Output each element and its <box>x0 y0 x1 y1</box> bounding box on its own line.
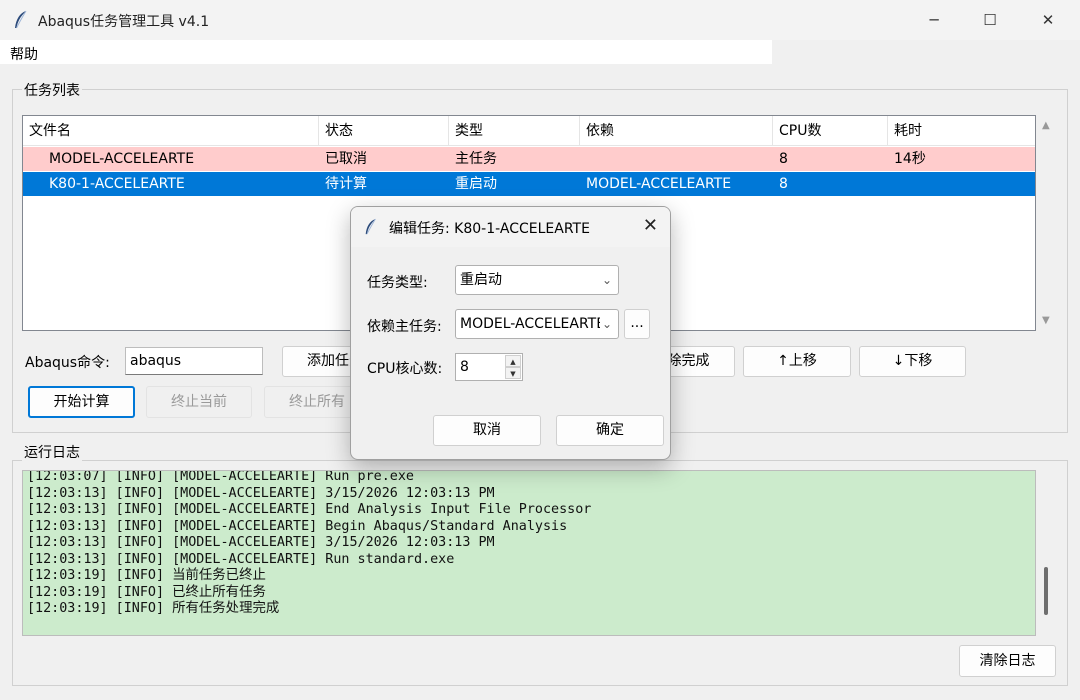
scroll-down-icon[interactable]: ▼ <box>1042 315 1050 326</box>
log-line: [12:03:13] [INFO] [MODEL-ACCELEARTE] 3/1… <box>27 535 495 550</box>
cpu-spinbox[interactable]: 8 ▲ ▼ <box>455 353 523 381</box>
dialog-close-button[interactable]: ✕ <box>643 215 658 236</box>
cell-type: 重启动 <box>455 176 497 192</box>
task-type-label: 任务类型: <box>367 275 428 291</box>
spin-down-icon[interactable]: ▼ <box>505 367 521 379</box>
log-line: [12:03:19] [INFO] 当前任务已终止 <box>27 568 266 583</box>
menu-bar: 帮助 <box>0 40 772 64</box>
dialog-title: 编辑任务: K80-1-ACCELEARTE <box>389 221 590 237</box>
dialog-ok-button[interactable]: 确定 <box>556 415 664 446</box>
table-header: 文件名 状态 类型 依赖 CPU数 耗时 <box>23 116 1035 146</box>
log-line: [12:03:07] [INFO] [MODEL-ACCELEARTE] Run… <box>27 470 414 484</box>
command-input[interactable]: abaqus <box>125 347 263 375</box>
spin-buttons: ▲ ▼ <box>505 355 521 379</box>
log-line: [12:03:13] [INFO] [MODEL-ACCELEARTE] 3/1… <box>27 485 495 501</box>
clear-log-button[interactable]: 清除日志 <box>959 645 1056 677</box>
cell-status: 已取消 <box>325 151 367 167</box>
dependency-select[interactable]: MODEL-ACCELEARTE ⌄ <box>455 309 619 339</box>
cell-cpu: 8 <box>779 176 788 192</box>
cell-dependency: MODEL-ACCELEARTE <box>586 176 732 192</box>
dependency-value: MODEL-ACCELEARTE <box>460 316 606 332</box>
table-row[interactable]: MODEL-ACCELEARTE 已取消 主任务 8 14秒 <box>23 147 1035 171</box>
chevron-down-icon: ⌄ <box>599 310 612 338</box>
command-label: Abaqus命令: <box>25 355 110 371</box>
browse-button[interactable]: ... <box>624 309 650 339</box>
column-type[interactable]: 类型 <box>449 116 580 146</box>
log-line: [12:03:13] [INFO] [MODEL-ACCELEARTE] Beg… <box>27 518 568 534</box>
window-titlebar[interactable]: Abaqus任务管理工具 v4.1 ─ ☐ ✕ <box>0 0 1080 40</box>
cpu-label: CPU核心数: <box>367 361 443 377</box>
cpu-value: 8 <box>460 359 469 375</box>
log-line: [12:03:19] [INFO] 所有任务处理完成 <box>27 601 280 616</box>
stop-current-button[interactable]: 终止当前 <box>146 386 252 418</box>
scroll-up-icon[interactable]: ▲ <box>1042 120 1050 131</box>
table-row[interactable]: K80-1-ACCELEARTE 待计算 重启动 MODEL-ACCELEART… <box>23 172 1035 196</box>
cell-time: 14秒 <box>894 151 926 167</box>
feather-icon <box>365 218 376 235</box>
edit-task-dialog[interactable]: 编辑任务: K80-1-ACCELEARTE ✕ 任务类型: 重启动 ⌄ 依赖主… <box>350 206 671 460</box>
feather-icon <box>15 10 27 29</box>
cell-cpu: 8 <box>779 151 788 167</box>
minimize-button[interactable]: ─ <box>906 0 962 40</box>
maximize-button[interactable]: ☐ <box>962 0 1018 40</box>
task-type-value: 重启动 <box>460 272 502 288</box>
task-type-select[interactable]: 重启动 ⌄ <box>455 265 619 295</box>
column-filename[interactable]: 文件名 <box>23 116 319 146</box>
dialog-cancel-button[interactable]: 取消 <box>433 415 541 446</box>
close-button[interactable]: ✕ <box>1020 0 1076 40</box>
cell-filename: MODEL-ACCELEARTE <box>49 151 195 167</box>
column-status[interactable]: 状态 <box>319 116 449 146</box>
dialog-titlebar[interactable]: 编辑任务: K80-1-ACCELEARTE ✕ <box>351 207 670 247</box>
dependency-label: 依赖主任务: <box>367 319 442 335</box>
log-label: 运行日志 <box>22 442 82 462</box>
menu-help[interactable]: 帮助 <box>10 44 38 64</box>
log-line: [12:03:13] [INFO] [MODEL-ACCELEARTE] Run… <box>27 551 455 567</box>
move-down-button[interactable]: ↓下移 <box>859 346 966 377</box>
move-up-button[interactable]: ↑上移 <box>743 346 851 377</box>
start-button[interactable]: 开始计算 <box>28 386 135 418</box>
cell-status: 待计算 <box>325 176 367 192</box>
log-line: [12:03:19] [INFO] 已终止所有任务 <box>27 584 266 600</box>
log-textarea[interactable]: [12:03:07] [INFO] [MODEL-ACCELEARTE] Run… <box>22 470 1036 636</box>
log-scrollbar-thumb[interactable] <box>1044 567 1048 615</box>
column-dependency[interactable]: 依赖 <box>580 116 773 146</box>
window-title: Abaqus任务管理工具 v4.1 <box>38 14 210 30</box>
column-time[interactable]: 耗时 <box>888 116 1035 146</box>
column-cpu[interactable]: CPU数 <box>773 116 888 146</box>
log-line: [12:03:13] [INFO] [MODEL-ACCELEARTE] End… <box>27 502 592 517</box>
cell-type: 主任务 <box>455 151 497 167</box>
cell-filename: K80-1-ACCELEARTE <box>49 176 185 192</box>
chevron-down-icon: ⌄ <box>601 273 612 287</box>
task-list-label: 任务列表 <box>22 80 82 100</box>
spin-up-icon[interactable]: ▲ <box>505 355 521 367</box>
log-lines: [12:03:07] [INFO] [MODEL-ACCELEARTE] Run… <box>27 470 592 618</box>
